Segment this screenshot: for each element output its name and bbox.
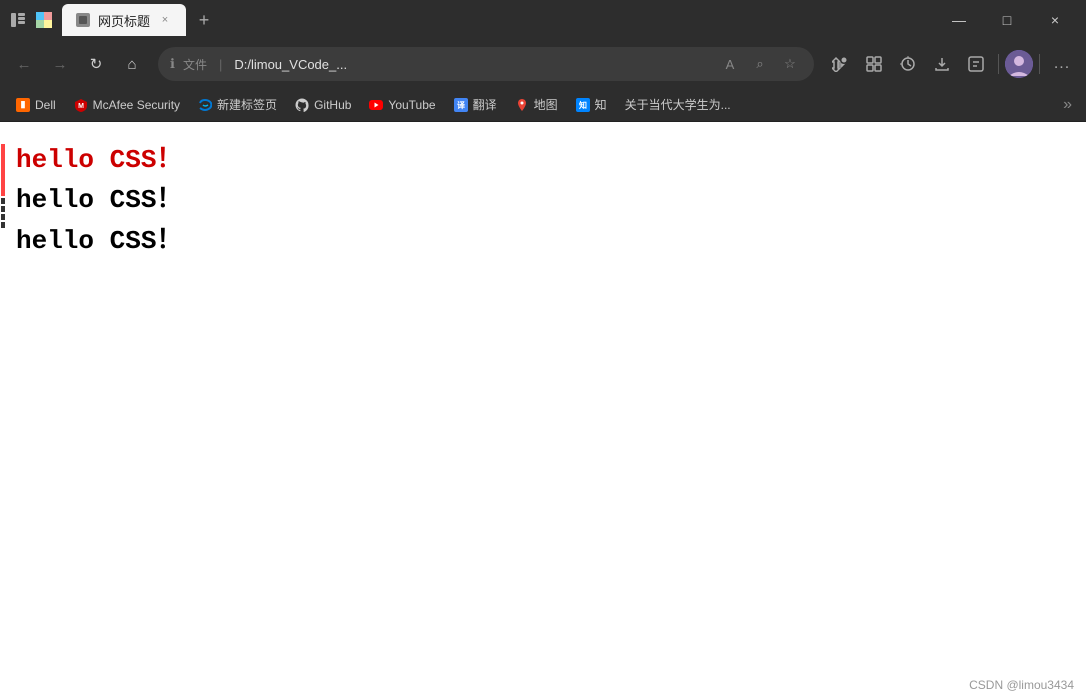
address-bar[interactable]: ℹ 文件 | D:/limou_VCode_... A ⌕ ☆ [158,47,814,81]
tab-area: 网页标题 × + [62,4,928,36]
download-btn[interactable] [926,48,958,80]
bookmark-zhihu-label: 知 [595,96,607,113]
browser-sidebar-icon[interactable] [8,10,28,30]
left-margin-indicator [0,122,6,700]
extension-btn[interactable] [824,48,856,80]
title-bar: 网页标题 × + — □ × [0,0,1086,40]
watermark: CSDN @limou3434 [969,678,1074,692]
bookmarks-chevron-icon: » [1063,96,1072,114]
active-tab[interactable]: 网页标题 × [62,4,186,36]
home-button[interactable]: ⌂ [116,48,148,80]
tab-close-btn[interactable]: × [158,13,172,27]
css-line-2: hello CSS！ [16,182,1066,218]
bookmark-github[interactable]: GitHub [287,95,359,115]
bookmark-newtab[interactable]: 新建标签页 [190,93,285,116]
svg-text:M: M [78,103,84,110]
nav-divider [998,54,999,74]
youtube-favicon [369,98,383,112]
close-button[interactable]: × [1032,4,1078,36]
tab-favicon [76,13,90,27]
bookmarks-more-btn[interactable]: » [1057,93,1078,117]
address-info-icon: ℹ [170,56,175,72]
bookmark-mcafee-label: McAfee Security [93,98,180,112]
back-button[interactable]: ← [8,48,40,80]
edge-favicon [198,98,212,112]
nav-tools: ... [824,48,1078,80]
svg-text:知: 知 [579,100,587,110]
bookmark-dell-label: Dell [35,98,56,112]
more-btn[interactable]: ... [1046,48,1078,80]
bookmark-dell[interactable]: ▮ Dell [8,95,64,115]
profile-avatar[interactable] [1005,50,1033,78]
bookmark-translate-label: 翻译 [473,96,497,113]
title-bar-left [8,10,54,30]
page-inner: hello CSS！ hello CSS！ hello CSS！ [0,122,1086,283]
zhihu-favicon: 知 [576,98,590,112]
bookmark-youtube[interactable]: YouTube [361,95,443,115]
bookmark-youtube-label: YouTube [388,98,435,112]
bookmark-map[interactable]: 地图 [507,93,566,116]
bookmark-zhihu[interactable]: 知 知 [568,93,615,116]
map-favicon [515,98,529,112]
collections-btn[interactable] [858,48,890,80]
github-favicon [295,98,309,112]
read-mode-btn[interactable]: A [718,52,742,76]
new-tab-button[interactable]: + [190,6,218,34]
refresh-button[interactable]: ↻ [80,48,112,80]
address-file-label: 文件 [183,56,207,73]
fav-btn[interactable]: ☆ [778,52,802,76]
bookmark-translate[interactable]: 译 翻译 [446,93,505,116]
minimize-button[interactable]: — [936,4,982,36]
history-btn[interactable] [892,48,924,80]
bookmark-more-item[interactable]: 关于当代大学生为... [617,93,739,116]
page-content: hello CSS！ hello CSS！ hello CSS！ CSDN @l… [0,122,1086,700]
nav-divider-2 [1039,54,1040,74]
bookmarks-bar: ▮ Dell M McAfee Security 新建标签页 GitHub [0,88,1086,122]
svg-text:译: 译 [457,100,466,110]
account-btn[interactable] [960,48,992,80]
mcafee-favicon: M [74,98,88,112]
window-controls: — □ × [936,4,1078,36]
dell-favicon: ▮ [16,98,30,112]
address-separator: | [219,57,222,72]
search-btn[interactable]: ⌕ [748,52,772,76]
tab-title: 网页标题 [98,11,150,30]
address-url: D:/limou_VCode_... [234,57,710,72]
bookmark-map-label: 地图 [534,96,558,113]
nav-bar: ← → ↻ ⌂ ℹ 文件 | D:/limou_VCode_... A ⌕ ☆ [0,40,1086,88]
bookmark-newtab-label: 新建标签页 [217,96,277,113]
translate-favicon: 译 [454,98,468,112]
bookmark-more-label: 关于当代大学生为... [625,96,731,113]
bookmark-mcafee[interactable]: M McAfee Security [66,95,188,115]
css-line-3: hello CSS！ [16,223,1066,259]
maximize-button[interactable]: □ [984,4,1030,36]
forward-button[interactable]: → [44,48,76,80]
profile-color-icon[interactable] [34,10,54,30]
address-actions: A ⌕ ☆ [718,52,802,76]
bookmark-github-label: GitHub [314,98,351,112]
css-line-1: hello CSS！ [16,142,1066,178]
